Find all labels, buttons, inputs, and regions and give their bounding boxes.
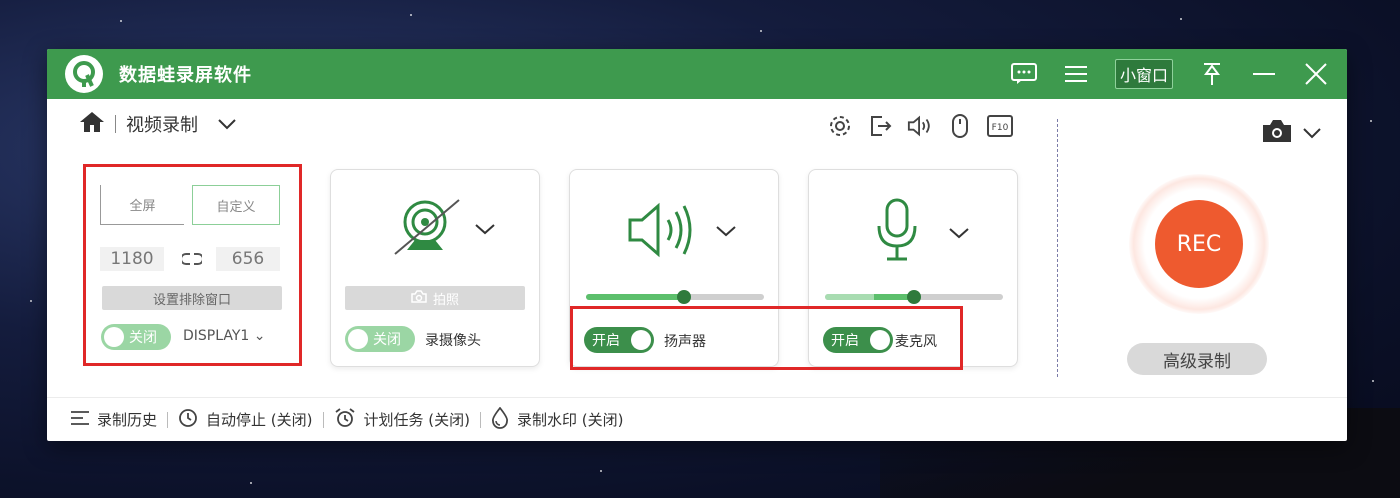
mouse-icon[interactable] (947, 113, 973, 139)
mode-label[interactable]: 视频录制 (126, 111, 198, 137)
mic-volume-knob[interactable] (907, 290, 921, 304)
speaker-volume-knob[interactable] (676, 290, 691, 304)
mode-bar: 视频录制 (79, 111, 236, 137)
highlight-screen (83, 164, 302, 366)
footer-bar: 录制历史 自动停止 (关闭) 计划任务 (关闭) 录制水印 (关闭) (47, 397, 1347, 441)
mic-volume-fill (825, 294, 914, 300)
mic-volume-slider[interactable] (825, 290, 1003, 304)
mini-window-button[interactable]: 小窗口 (1114, 59, 1173, 89)
toolbar: F10 (827, 113, 1013, 139)
export-icon[interactable] (867, 113, 893, 139)
camera-icon[interactable] (1261, 118, 1293, 148)
speaker-icon (626, 202, 696, 262)
app-window: 数据蛙录屏软件 小窗口 视频录制 F10 全屏 自定义 1180 656 设置排… (47, 49, 1347, 441)
rec-button[interactable]: REC (1155, 200, 1243, 288)
volume-icon[interactable] (907, 113, 933, 139)
history-item[interactable]: 录制历史 (61, 409, 167, 430)
camera-toggle[interactable]: 关闭 (345, 326, 415, 352)
minimize-icon[interactable] (1251, 61, 1277, 87)
app-title: 数据蛙录屏软件 (119, 65, 252, 86)
feedback-icon[interactable] (1010, 61, 1037, 87)
alarm-clock-icon (334, 407, 356, 432)
camera-icon (411, 289, 427, 307)
panel-divider (1057, 119, 1058, 377)
snapshot-button[interactable]: 拍照 (345, 286, 525, 310)
schedule-item[interactable]: 计划任务 (关闭) (324, 407, 480, 432)
chevron-down-icon[interactable] (949, 224, 969, 243)
clock-icon (178, 408, 198, 432)
microphone-icon (875, 198, 919, 266)
settings-icon[interactable] (827, 113, 853, 139)
chevron-down-icon[interactable] (1303, 124, 1321, 143)
highlight-audio (570, 306, 963, 370)
list-icon (71, 410, 89, 430)
chevron-down-icon[interactable] (218, 115, 236, 134)
watermark-item[interactable]: 录制水印 (关闭) (481, 406, 633, 433)
close-icon[interactable] (1303, 61, 1329, 87)
home-icon[interactable] (79, 111, 105, 137)
camera-card: 拍照 关闭 录摄像头 (330, 169, 540, 367)
pin-icon[interactable] (1199, 61, 1225, 87)
divider (115, 115, 116, 133)
rec-ring: REC (1129, 174, 1269, 314)
auto-stop-item[interactable]: 自动停止 (关闭) (168, 408, 322, 432)
app-logo-icon (65, 55, 103, 93)
hotkey-icon[interactable]: F10 (987, 113, 1013, 139)
chevron-down-icon[interactable] (475, 220, 495, 239)
camera-label: 录摄像头 (425, 333, 481, 349)
speaker-volume-fill (586, 294, 684, 300)
screenshot-dropdown[interactable] (1261, 118, 1321, 148)
webcam-off-icon (391, 194, 463, 262)
chevron-down-icon[interactable] (716, 222, 736, 241)
droplet-icon (491, 406, 509, 433)
advanced-record-button[interactable]: 高级录制 (1127, 343, 1267, 375)
svg-text:F10: F10 (992, 123, 1009, 133)
menu-icon[interactable] (1063, 61, 1089, 87)
speaker-volume-slider[interactable] (586, 290, 764, 304)
title-bar: 数据蛙录屏软件 小窗口 (47, 49, 1347, 99)
